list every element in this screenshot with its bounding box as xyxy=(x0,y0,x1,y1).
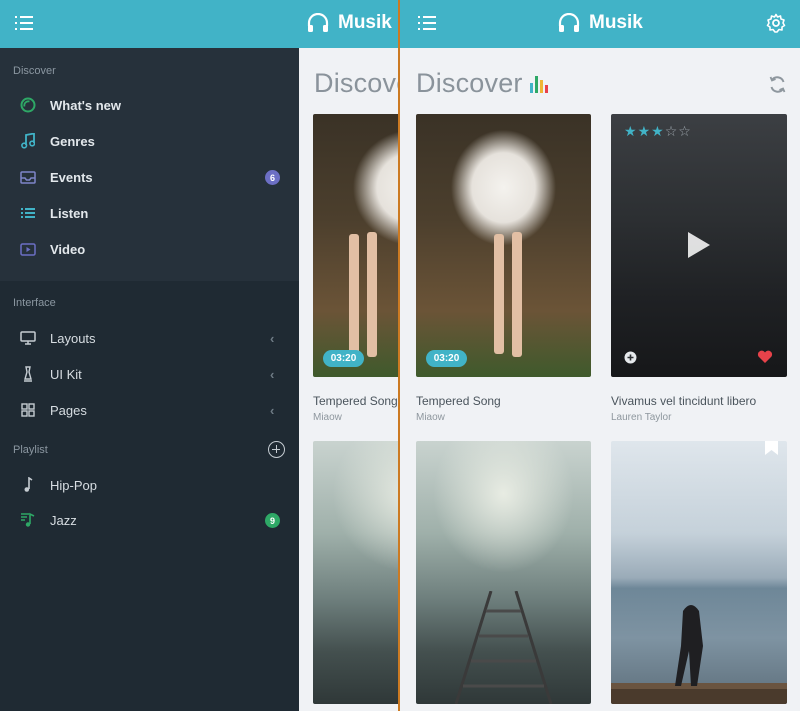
album-card-railway[interactable] xyxy=(416,441,591,704)
sidebar-item-hip-pop[interactable]: Hip-Pop xyxy=(0,467,299,503)
album-card-seaside[interactable] xyxy=(611,441,787,704)
sidebar: Discover What's new Genres Events 6 List… xyxy=(0,48,299,711)
jazz-icon xyxy=(19,511,37,529)
events-count-badge: 6 xyxy=(265,170,280,185)
menu-icon[interactable] xyxy=(15,16,33,30)
headphones-icon xyxy=(307,13,329,32)
top-bar: Musik xyxy=(400,0,800,48)
right-screen: Musik Discover 03:20 Tempered Song Miaow… xyxy=(400,0,800,711)
play-icon[interactable] xyxy=(688,232,710,258)
brand[interactable]: Musik xyxy=(558,12,643,34)
sidebar-item-label: Pages xyxy=(50,402,87,418)
sidebar-item-jazz[interactable]: Jazz 9 xyxy=(0,502,299,538)
menu-icon[interactable] xyxy=(418,16,436,30)
chevron-left-icon: ‹ xyxy=(270,402,275,418)
left-screen: Musik Discover What's new Genres Events … xyxy=(0,0,400,711)
sidebar-item-label: Genres xyxy=(50,133,95,149)
star-filled-icon[interactable]: ★ xyxy=(638,123,652,139)
duration-badge: 03:20 xyxy=(323,350,364,367)
sidebar-item-events[interactable]: Events 6 xyxy=(0,159,299,195)
card-artist[interactable]: Miaow xyxy=(416,412,445,423)
top-bar: Musik xyxy=(0,0,400,48)
equalizer-icon xyxy=(530,76,548,93)
page-title: Discover xyxy=(416,68,523,98)
headphones-icon xyxy=(558,13,580,32)
sidebar-item-label: What's new xyxy=(50,97,121,113)
section-label-discover: Discover xyxy=(13,65,56,77)
sidebar-item-genres[interactable]: Genres xyxy=(0,123,299,159)
card-title[interactable]: Tempered Song xyxy=(313,394,398,408)
music-note-icon xyxy=(19,476,37,494)
page-title: Discover xyxy=(314,68,400,98)
star-empty-icon[interactable]: ☆ xyxy=(678,123,692,139)
card-artist[interactable]: Lauren Taylor xyxy=(611,412,671,423)
sidebar-item-label: Jazz xyxy=(50,512,77,528)
inbox-icon xyxy=(19,168,37,186)
sidebar-item-label: Events xyxy=(50,169,93,185)
sidebar-item-label: Hip-Pop xyxy=(50,477,97,493)
album-card-tempered-song[interactable]: 03:20 xyxy=(313,114,400,377)
sidebar-item-listen[interactable]: Listen xyxy=(0,195,299,231)
card-artist[interactable]: Miaow xyxy=(313,412,342,423)
sidebar-item-ui-kit[interactable]: UI Kit ‹ xyxy=(0,356,299,392)
brand-name: Musik xyxy=(338,12,392,33)
sidebar-item-video[interactable]: Video xyxy=(0,231,299,267)
chevron-left-icon: ‹ xyxy=(270,330,275,346)
monitor-icon xyxy=(19,329,37,347)
sidebar-item-label: Listen xyxy=(50,205,89,221)
refresh-icon[interactable] xyxy=(768,75,787,94)
panel-divider xyxy=(398,0,400,711)
card-title[interactable]: Vivamus vel tincidunt libero xyxy=(611,394,756,408)
main-content-peek: Discover 03:20 Tempered Song Miaow xyxy=(299,48,400,711)
section-label-interface: Interface xyxy=(13,297,56,309)
sidebar-item-label: Video xyxy=(50,241,86,257)
jazz-count-badge: 9 xyxy=(265,513,280,528)
star-filled-icon[interactable]: ★ xyxy=(624,123,638,139)
sidebar-item-layouts[interactable]: Layouts ‹ xyxy=(0,320,299,356)
heart-icon[interactable] xyxy=(757,350,773,364)
video-icon xyxy=(19,240,37,258)
chevron-left-icon: ‹ xyxy=(270,366,275,382)
rating-stars[interactable]: ★★★☆☆ xyxy=(624,123,692,140)
star-filled-icon[interactable]: ★ xyxy=(651,123,665,139)
lamp-icon xyxy=(19,365,37,383)
sidebar-item-label: Layouts xyxy=(50,330,96,346)
gear-icon[interactable] xyxy=(766,13,786,33)
sidebar-item-label: UI Kit xyxy=(50,366,82,382)
duration-badge: 03:20 xyxy=(426,350,467,367)
section-label-playlist: Playlist xyxy=(13,444,48,456)
star-empty-icon[interactable]: ☆ xyxy=(665,123,679,139)
add-playlist-icon[interactable] xyxy=(268,441,285,458)
sidebar-item-pages[interactable]: Pages ‹ xyxy=(0,392,299,428)
sidebar-item-whats-new[interactable]: What's new xyxy=(0,87,299,123)
album-card-tempered-song[interactable]: 03:20 xyxy=(416,114,591,377)
album-card-vivamus[interactable]: ★★★☆☆ xyxy=(611,114,787,377)
music-note-icon xyxy=(19,132,37,150)
add-circle-icon[interactable] xyxy=(624,351,637,364)
brand[interactable]: Musik xyxy=(307,12,392,34)
disc-icon xyxy=(19,96,37,114)
list-icon xyxy=(19,204,37,222)
album-card-railway[interactable] xyxy=(313,441,400,704)
bookmark-icon[interactable] xyxy=(765,441,778,455)
grid-icon xyxy=(19,401,37,419)
card-title[interactable]: Tempered Song xyxy=(416,394,501,408)
brand-name: Musik xyxy=(589,12,643,33)
